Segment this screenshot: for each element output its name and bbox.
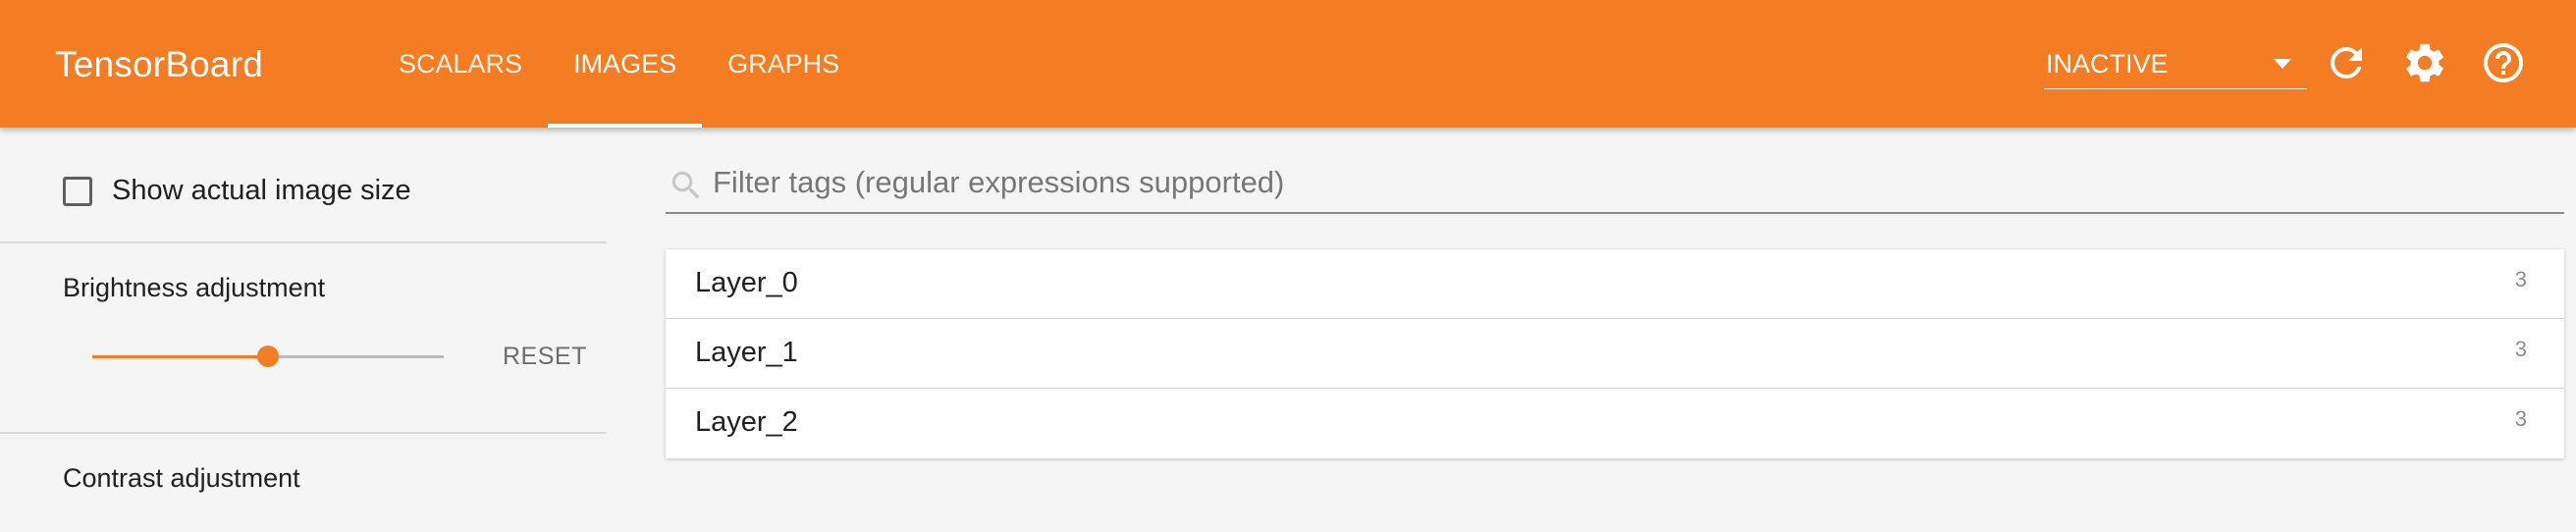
show-actual-size-label: Show actual image size xyxy=(112,175,411,206)
tag-group-name: Layer_1 xyxy=(695,337,798,368)
image-settings-sidebar: Show actual image size Brightness adjust… xyxy=(0,128,607,532)
tensorboard-window: TensorBoard SCALARS IMAGES GRAPHS INACTI… xyxy=(0,0,2576,532)
tag-group-row-layer-2[interactable]: Layer_2 3 xyxy=(666,389,2564,458)
brightness-slider[interactable] xyxy=(92,342,444,371)
contrast-label: Contrast adjustment xyxy=(63,463,300,493)
tag-group-count: 3 xyxy=(2514,267,2527,292)
app-title: TensorBoard xyxy=(55,44,263,84)
settings-gear-icon[interactable] xyxy=(2401,39,2448,86)
show-actual-size-checkbox[interactable] xyxy=(63,176,92,206)
tab-graphs[interactable]: GRAPHS xyxy=(702,0,865,128)
search-icon xyxy=(668,167,705,204)
tag-group-row-layer-0[interactable]: Layer_0 3 xyxy=(666,249,2564,319)
refresh-icon[interactable] xyxy=(2323,39,2370,86)
tag-group-name: Layer_2 xyxy=(695,406,798,438)
top-toolbar: TensorBoard SCALARS IMAGES GRAPHS INACTI… xyxy=(0,0,2576,128)
brightness-slider-fill xyxy=(92,355,268,358)
sidebar-divider xyxy=(0,241,607,243)
tag-group-count: 3 xyxy=(2514,337,2527,361)
tag-group-name: Layer_0 xyxy=(695,267,798,298)
sidebar-divider xyxy=(0,432,607,434)
brightness-label: Brightness adjustment xyxy=(63,273,326,302)
tag-group-count: 3 xyxy=(2514,406,2527,431)
tab-images[interactable]: IMAGES xyxy=(548,0,703,128)
inactive-dashboards-select[interactable]: INACTIVE xyxy=(2044,43,2307,89)
arrow-drop-down-icon xyxy=(2274,59,2291,69)
tag-group-row-layer-1[interactable]: Layer_1 3 xyxy=(666,319,2564,389)
tab-scalars[interactable]: SCALARS xyxy=(373,0,548,128)
dashboard-tabs: SCALARS IMAGES GRAPHS xyxy=(373,0,865,128)
tag-filter xyxy=(666,157,2564,214)
help-circle-icon[interactable] xyxy=(2480,39,2527,86)
brightness-reset-button[interactable]: RESET xyxy=(503,342,587,371)
show-actual-size-toggle[interactable]: Show actual image size xyxy=(63,175,411,207)
inactive-select-value: INACTIVE xyxy=(2046,49,2169,79)
filter-tags-input[interactable] xyxy=(713,163,2549,202)
tag-group-list: Layer_0 3 Layer_1 3 Layer_2 3 xyxy=(666,249,2564,458)
brightness-slider-knob[interactable] xyxy=(257,346,279,367)
